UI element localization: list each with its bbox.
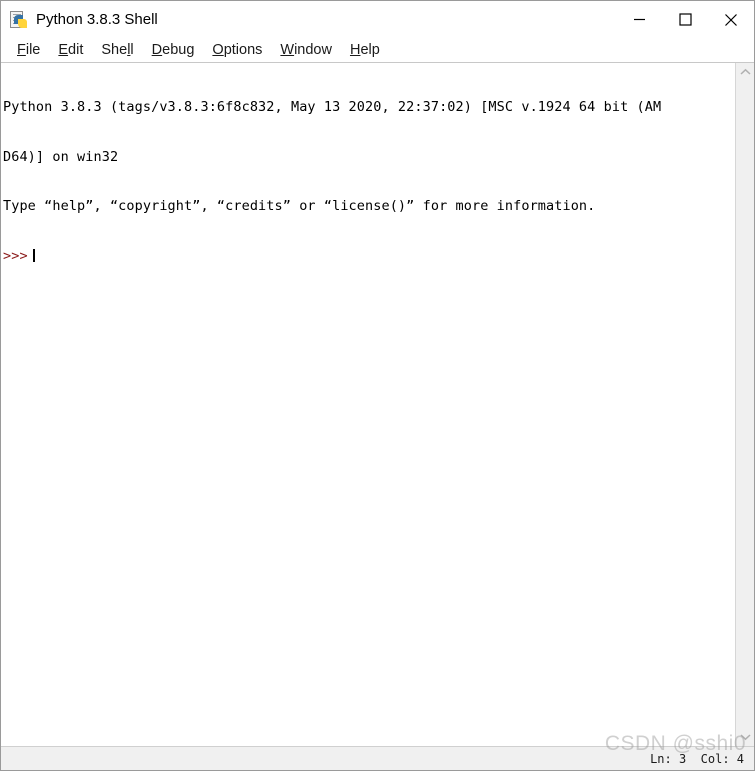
chevron-up-icon <box>739 68 751 75</box>
menu-help-post: elp <box>360 42 380 58</box>
scroll-up-button[interactable] <box>736 63 754 81</box>
scrollbar-track[interactable] <box>736 81 754 728</box>
menu-item-edit[interactable]: Edit <box>49 38 92 62</box>
window-controls <box>616 1 754 38</box>
menu-item-file[interactable]: File <box>8 38 49 62</box>
prompt-marker: >>> <box>3 247 28 264</box>
console-line: Type “help”, “copyright”, “credits” or “… <box>3 198 596 214</box>
close-icon <box>725 13 737 26</box>
maximize-button[interactable] <box>662 1 708 38</box>
python-idle-icon <box>9 10 29 30</box>
menu-debug-accelerator: D <box>151 42 163 58</box>
menu-item-help[interactable]: Help <box>341 38 389 62</box>
maximize-icon <box>678 13 692 26</box>
menu-item-shell[interactable]: Shell <box>92 38 142 62</box>
menu-file-post: ile <box>25 42 41 58</box>
title-bar-left: Python 3.8.3 Shell <box>1 10 158 30</box>
window-title: Python 3.8.3 Shell <box>36 11 158 28</box>
vertical-scrollbar[interactable] <box>735 63 754 746</box>
menu-debug-post: ebug <box>162 42 195 58</box>
minimize-icon <box>633 18 645 21</box>
chevron-down-icon <box>739 734 751 741</box>
menu-item-debug[interactable]: Debug <box>143 38 204 62</box>
scroll-down-button[interactable] <box>736 728 754 746</box>
menu-shell-post: l <box>130 42 134 58</box>
shell-content-area: Python 3.8.3 (tags/v3.8.3:6f8c832, May 1… <box>1 63 754 746</box>
menu-shell-pre: She <box>101 42 128 58</box>
menu-item-window[interactable]: Window <box>271 38 341 62</box>
status-bar: Ln: 3 Col: 4 <box>1 746 754 770</box>
menu-item-options[interactable]: Options <box>203 38 271 62</box>
cursor-position-status: Ln: 3 Col: 4 <box>650 751 744 766</box>
close-button[interactable] <box>708 1 754 38</box>
title-bar: Python 3.8.3 Shell <box>1 1 754 38</box>
shell-output-text-area[interactable]: Python 3.8.3 (tags/v3.8.3:6f8c832, May 1… <box>1 63 735 746</box>
menu-help-accelerator: H <box>349 42 361 58</box>
console-line: Python 3.8.3 (tags/v3.8.3:6f8c832, May 1… <box>3 99 662 115</box>
console-prompt-line: >>> <box>3 248 735 265</box>
menu-edit-post: dit <box>68 42 84 58</box>
menu-window-post: indow <box>294 42 332 58</box>
menu-file-accelerator: F <box>17 42 26 58</box>
minimize-button[interactable] <box>616 1 662 38</box>
idle-shell-window: Python 3.8.3 Shell File Edit Shell Debug… <box>0 0 755 771</box>
menu-bar: File Edit Shell Debug Options Window Hel… <box>1 38 754 63</box>
menu-options-post: ptions <box>223 42 263 58</box>
console-line: D64)] on win32 <box>3 148 119 165</box>
menu-options-accelerator: O <box>212 42 224 58</box>
text-cursor <box>32 248 35 262</box>
menu-window-accelerator: W <box>280 42 295 58</box>
menu-edit-accelerator: E <box>58 42 69 58</box>
